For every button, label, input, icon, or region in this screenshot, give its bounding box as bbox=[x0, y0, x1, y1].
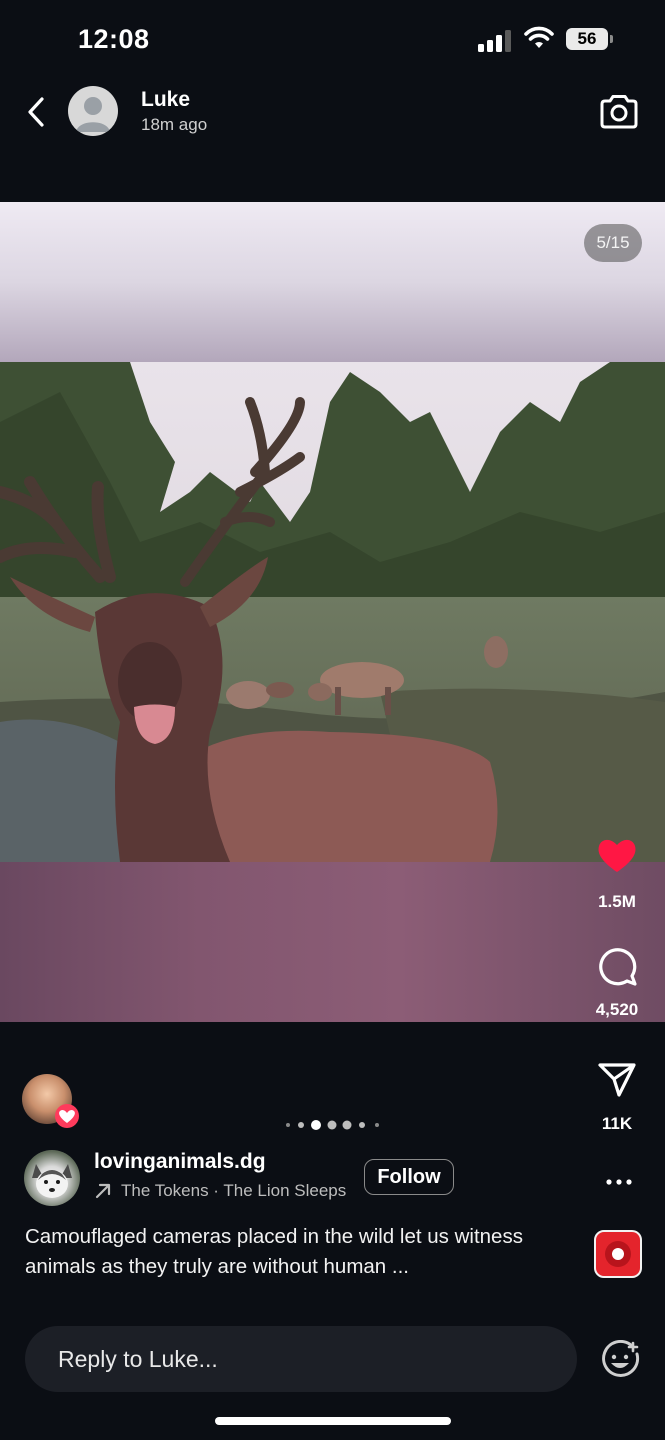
comments-count[interactable]: 4,520 bbox=[580, 1000, 654, 1020]
user-avatar[interactable] bbox=[68, 86, 118, 136]
record-icon bbox=[605, 1241, 631, 1267]
heart-icon[interactable] bbox=[596, 836, 638, 874]
battery-icon: 56 bbox=[566, 28, 616, 52]
husky-avatar-icon bbox=[32, 1164, 72, 1198]
media-counter: 5/15 bbox=[584, 224, 642, 262]
arrow-up-right-icon bbox=[95, 1183, 111, 1199]
carousel-dot bbox=[298, 1122, 304, 1128]
author-avatar[interactable] bbox=[24, 1150, 80, 1206]
likes-count[interactable]: 1.5M bbox=[580, 892, 654, 912]
back-chevron-icon[interactable] bbox=[24, 96, 48, 128]
carousel-dot-active bbox=[311, 1120, 321, 1130]
audio-track-label[interactable]: The Tokens · The Lion Sleeps bbox=[121, 1181, 347, 1201]
heart-badge-icon bbox=[55, 1104, 79, 1128]
wifi-icon bbox=[524, 26, 554, 48]
carousel-dot bbox=[375, 1123, 379, 1127]
carousel-dots bbox=[286, 1120, 379, 1130]
post-media[interactable] bbox=[0, 202, 665, 1022]
audio-thumbnail[interactable] bbox=[594, 1230, 642, 1278]
more-options-icon[interactable] bbox=[604, 1174, 634, 1190]
comment-icon[interactable] bbox=[598, 946, 638, 986]
user-name[interactable]: Luke bbox=[141, 88, 190, 112]
story-time-ago: 18m ago bbox=[141, 115, 208, 134]
carousel-dot bbox=[286, 1123, 290, 1127]
post-caption[interactable]: Camouflaged cameras placed in the wild l… bbox=[25, 1222, 565, 1282]
default-avatar-icon bbox=[76, 97, 110, 132]
carousel-dot bbox=[359, 1122, 365, 1128]
shares-count[interactable]: 11K bbox=[580, 1114, 654, 1134]
home-indicator[interactable] bbox=[215, 1417, 451, 1425]
camera-icon[interactable] bbox=[598, 94, 640, 130]
battery-level: 56 bbox=[566, 28, 608, 50]
cellular-signal-icon bbox=[478, 30, 511, 52]
carousel-dot bbox=[327, 1120, 337, 1130]
reply-placeholder: Reply to Luke... bbox=[58, 1346, 218, 1372]
carousel-dot bbox=[342, 1120, 352, 1130]
author-username[interactable]: lovinganimals.dg bbox=[94, 1150, 266, 1174]
follow-button[interactable]: Follow bbox=[364, 1159, 454, 1195]
status-time: 12:08 bbox=[78, 24, 150, 54]
elk-trail-camera-photo bbox=[0, 362, 665, 862]
send-icon[interactable] bbox=[597, 1062, 637, 1098]
emoji-add-icon[interactable] bbox=[600, 1340, 640, 1380]
